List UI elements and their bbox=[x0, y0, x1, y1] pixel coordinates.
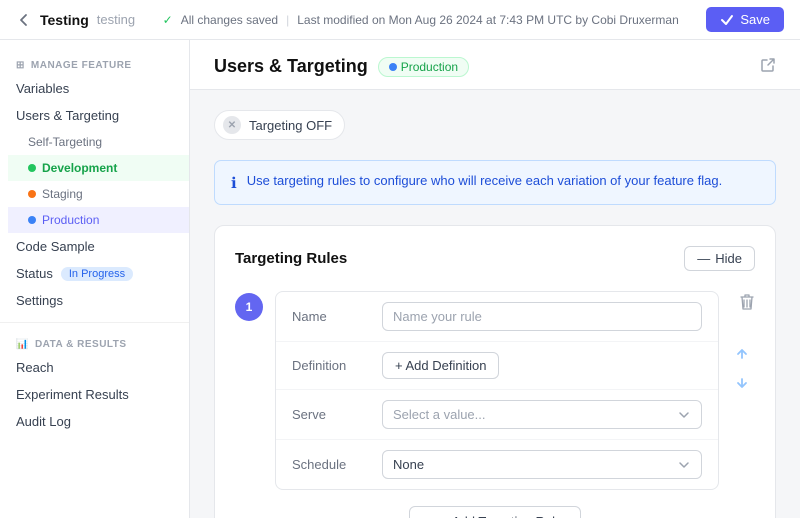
delete-rule-button[interactable] bbox=[739, 293, 755, 316]
info-text: Use targeting rules to configure who wil… bbox=[247, 173, 722, 188]
rule-container: 1 Name Definition + Add Definition bbox=[235, 291, 755, 490]
sidebar-item-variables[interactable]: Variables bbox=[0, 75, 189, 102]
sidebar-item-development[interactable]: Development bbox=[8, 155, 189, 181]
sidebar-item-code-sample[interactable]: Code Sample bbox=[0, 233, 189, 260]
sidebar-sub-targeting: Self-Targeting Development Staging Produ… bbox=[0, 129, 189, 233]
rule-serve-row: Serve Select a value... bbox=[276, 390, 718, 440]
data-results-section: 📊 Data & Results bbox=[0, 331, 189, 354]
rule-actions bbox=[729, 291, 755, 396]
main-content: Users & Targeting Production ✕ Targeting… bbox=[190, 40, 800, 518]
rule-fields: Name Definition + Add Definition bbox=[275, 291, 719, 490]
serve-select[interactable]: Select a value... bbox=[382, 400, 702, 429]
separator: | bbox=[286, 13, 289, 27]
manage-feature-icon: ⊞ bbox=[16, 60, 25, 71]
sidebar: ⊞ Manage Feature Variables Users & Targe… bbox=[0, 40, 190, 518]
sidebar-divider bbox=[0, 322, 189, 323]
data-results-icon: 📊 bbox=[16, 339, 29, 350]
production-dot bbox=[28, 216, 36, 224]
app-title: Testing bbox=[40, 12, 89, 28]
schedule-label: Schedule bbox=[292, 457, 382, 472]
sidebar-item-self-targeting[interactable]: Self-Targeting bbox=[8, 129, 189, 155]
sidebar-item-settings[interactable]: Settings bbox=[0, 287, 189, 314]
rules-card: Targeting Rules — Hide 1 Name bbox=[214, 225, 776, 518]
rule-schedule-row: Schedule None bbox=[276, 440, 718, 489]
definition-label: Definition bbox=[292, 358, 382, 373]
info-banner: ℹ Use targeting rules to configure who w… bbox=[214, 160, 776, 205]
env-badge-dot bbox=[389, 63, 397, 71]
name-input[interactable] bbox=[382, 302, 702, 331]
rule-definition-row: Definition + Add Definition bbox=[276, 342, 718, 390]
save-button[interactable]: Save bbox=[706, 7, 784, 32]
schedule-chevron-icon bbox=[677, 458, 691, 472]
add-rule-row: + + Add Targeting Rule bbox=[235, 506, 755, 518]
main-header: Users & Targeting Production bbox=[190, 40, 800, 90]
status-badge: In Progress bbox=[61, 267, 133, 281]
sidebar-item-staging[interactable]: Staging bbox=[8, 181, 189, 207]
add-definition-button[interactable]: + Add Definition bbox=[382, 352, 499, 379]
rules-card-header: Targeting Rules — Hide bbox=[235, 246, 755, 271]
targeting-toggle-row: ✕ Targeting OFF bbox=[214, 110, 776, 140]
topbar: Testing testing ✓ All changes saved | La… bbox=[0, 0, 800, 40]
topbar-left: Testing testing bbox=[16, 12, 135, 28]
move-down-button[interactable] bbox=[734, 375, 750, 396]
toggle-off-icon: ✕ bbox=[223, 116, 241, 134]
save-status: All changes saved bbox=[181, 13, 278, 27]
app-subtitle: testing bbox=[97, 12, 135, 27]
targeting-toggle[interactable]: ✕ Targeting OFF bbox=[214, 110, 345, 140]
sidebar-item-status[interactable]: Status In Progress bbox=[0, 260, 189, 287]
serve-chevron-icon bbox=[677, 408, 691, 422]
add-rule-label: + Add Targeting Rule bbox=[441, 514, 562, 518]
name-label: Name bbox=[292, 309, 382, 324]
add-rule-plus: + bbox=[428, 514, 436, 518]
rules-title: Targeting Rules bbox=[235, 250, 347, 267]
manage-feature-section: ⊞ Manage Feature bbox=[0, 52, 189, 75]
move-up-button[interactable] bbox=[734, 346, 750, 367]
add-targeting-rule-button[interactable]: + + Add Targeting Rule bbox=[409, 506, 581, 518]
modified-text: Last modified on Mon Aug 26 2024 at 7:43… bbox=[297, 13, 679, 27]
content-area: ✕ Targeting OFF ℹ Use targeting rules to… bbox=[190, 90, 800, 518]
check-icon: ✓ bbox=[163, 13, 173, 27]
layout: ⊞ Manage Feature Variables Users & Targe… bbox=[0, 40, 800, 518]
sidebar-item-reach[interactable]: Reach bbox=[0, 354, 189, 381]
hide-button[interactable]: — Hide bbox=[684, 246, 755, 271]
main-header-left: Users & Targeting Production bbox=[214, 56, 469, 77]
rule-name-row: Name bbox=[276, 292, 718, 342]
targeting-off-label: Targeting OFF bbox=[249, 118, 332, 133]
staging-dot bbox=[28, 190, 36, 198]
env-badge: Production bbox=[378, 57, 469, 77]
sidebar-item-experiment-results[interactable]: Experiment Results bbox=[0, 381, 189, 408]
rule-number: 1 bbox=[235, 293, 263, 321]
page-title: Users & Targeting bbox=[214, 56, 368, 77]
sidebar-item-audit-log[interactable]: Audit Log bbox=[0, 408, 189, 435]
dev-dot bbox=[28, 164, 36, 172]
reorder-buttons bbox=[734, 346, 750, 396]
serve-label: Serve bbox=[292, 407, 382, 422]
back-button[interactable] bbox=[16, 12, 32, 28]
sidebar-item-users-targeting[interactable]: Users & Targeting bbox=[0, 102, 189, 129]
info-icon: ℹ bbox=[231, 174, 237, 192]
topbar-center: ✓ All changes saved | Last modified on M… bbox=[163, 13, 679, 27]
sidebar-item-production[interactable]: Production bbox=[8, 207, 189, 233]
link-icon[interactable] bbox=[760, 57, 776, 76]
schedule-select[interactable]: None bbox=[382, 450, 702, 479]
